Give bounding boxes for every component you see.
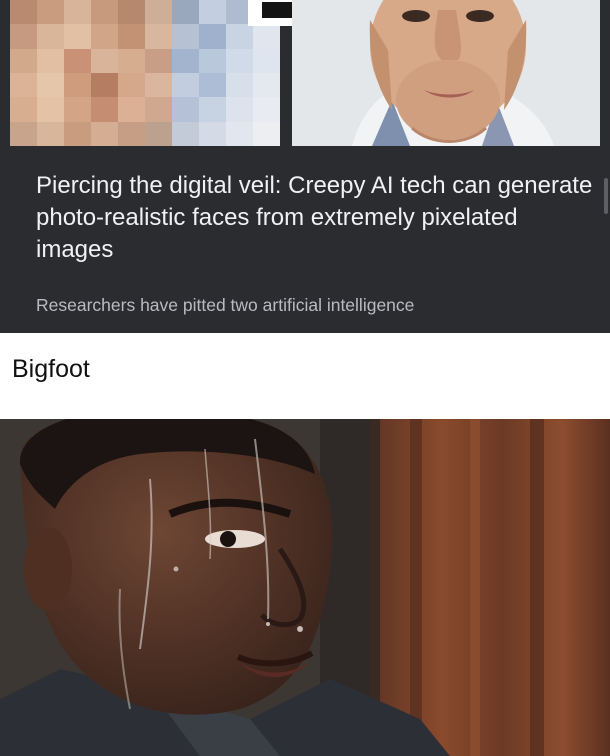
scrollbar-thumb[interactable]: [604, 178, 608, 214]
sweating-man-image: [0, 419, 610, 756]
news-card[interactable]: Piercing the digital veil: Creepy AI tec…: [0, 0, 610, 333]
pixelated-face-image: [10, 0, 280, 146]
reconstructed-face-image: [292, 0, 600, 146]
article-headline[interactable]: Piercing the digital veil: Creepy AI tec…: [36, 170, 596, 266]
article-thumbnail: [10, 0, 600, 146]
meme-caption: Bigfoot: [0, 333, 610, 419]
article-summary: Researchers have pitted two artificial i…: [36, 295, 415, 315]
caption-text: Bigfoot: [12, 355, 90, 383]
